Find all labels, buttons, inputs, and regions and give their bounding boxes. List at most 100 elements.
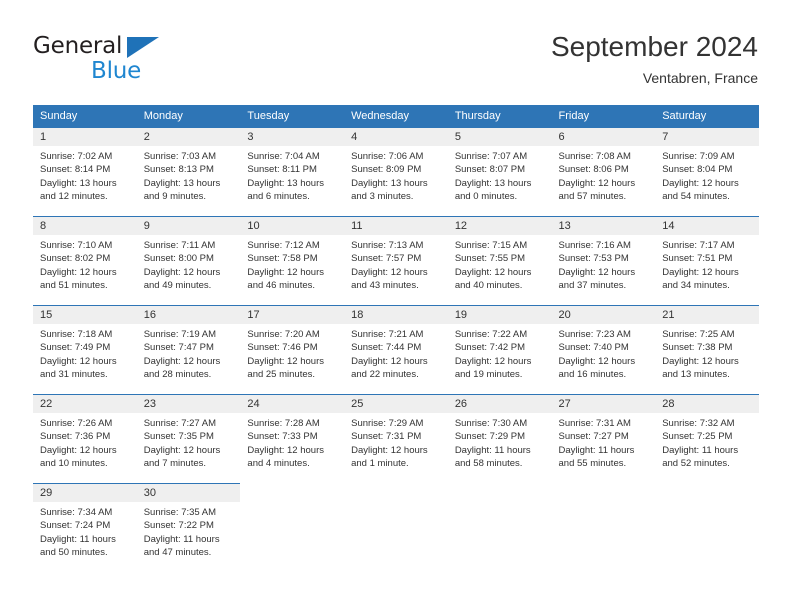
daylight-text-line1: Daylight: 11 hours — [143, 533, 220, 545]
calendar-week-row: 22 Sunrise: 7:26 AM Sunset: 7:36 PM Dayligh… — [33, 394, 759, 483]
sunset-text: Sunset: 7:36 PM — [40, 431, 111, 443]
daylight-text-line1: Daylight: 12 hours — [558, 177, 636, 189]
calendar-day-cell[interactable]: 12 Sunrise: 7:15 AM Sunset: 7:55 PM Dayligh… — [447, 216, 552, 305]
day-details: Sunrise: 7:28 AM Sunset: 7:33 PM Daylight:… — [240, 413, 344, 470]
calendar-day-cell[interactable]: 15 Sunrise: 7:18 AM Sunset: 7:49 PM Dayligh… — [33, 305, 137, 394]
calendar-day-cell[interactable]: 24 Sunrise: 7:28 AM Sunset: 7:33 PM Dayligh… — [240, 394, 345, 483]
logo-text-general: General — [33, 33, 123, 59]
sunset-text: Sunset: 7:47 PM — [143, 342, 214, 354]
sunset-text: Sunset: 7:58 PM — [247, 253, 318, 265]
calendar-day-cell[interactable]: 21 Sunrise: 7:25 AM Sunset: 7:38 PM Dayligh… — [655, 305, 759, 394]
calendar-day-cell[interactable]: 3 Sunrise: 7:04 AM Sunset: 8:11 PM Daylight… — [240, 127, 345, 216]
day-details: Sunrise: 7:17 AM Sunset: 7:51 PM Daylight:… — [655, 235, 759, 292]
calendar-day-cell[interactable]: 16 Sunrise: 7:19 AM Sunset: 7:47 PM Dayligh… — [136, 305, 241, 394]
calendar-day-cell[interactable]: 4 Sunrise: 7:06 AM Sunset: 8:09 PM Daylight… — [344, 127, 448, 216]
day-details: Sunrise: 7:34 AM Sunset: 7:24 PM Daylight:… — [33, 502, 137, 559]
sunrise-text: Sunrise: 7:04 AM — [247, 151, 320, 162]
weekday-header-friday: Friday — [551, 105, 656, 127]
sunset-text: Sunset: 7:31 PM — [351, 431, 422, 443]
sunset-text: Sunset: 8:14 PM — [40, 164, 111, 176]
sunset-text: Sunset: 7:29 PM — [454, 431, 526, 443]
sunrise-text: Sunrise: 7:13 AM — [351, 240, 424, 251]
sunset-text: Sunset: 8:07 PM — [454, 164, 526, 176]
calendar-day-cell[interactable]: 18 Sunrise: 7:21 AM Sunset: 7:44 PM Dayligh… — [344, 305, 448, 394]
day-number: 6 — [551, 128, 656, 146]
calendar-day-cell-empty — [344, 483, 448, 572]
calendar-day-cell[interactable]: 27 Sunrise: 7:31 AM Sunset: 7:27 PM Dayligh… — [551, 394, 656, 483]
day-number: 15 — [33, 306, 137, 324]
day-details: Sunrise: 7:19 AM Sunset: 7:47 PM Daylight:… — [137, 324, 241, 381]
calendar-day-cell[interactable]: 5 Sunrise: 7:07 AM Sunset: 8:07 PM Daylight… — [447, 127, 552, 216]
day-details: Sunrise: 7:13 AM Sunset: 7:57 PM Daylight:… — [344, 235, 448, 292]
daylight-text-line2: and 1 minute. — [351, 457, 409, 469]
calendar-day-cell[interactable]: 14 Sunrise: 7:17 AM Sunset: 7:51 PM Dayligh… — [655, 216, 759, 305]
calendar-day-cell[interactable]: 22 Sunrise: 7:26 AM Sunset: 7:36 PM Dayligh… — [33, 394, 137, 483]
sunset-text: Sunset: 8:11 PM — [247, 164, 317, 176]
daylight-text-line2: and 52 minutes. — [662, 457, 730, 469]
calendar-day-cell[interactable]: 19 Sunrise: 7:22 AM Sunset: 7:42 PM Dayligh… — [447, 305, 552, 394]
daylight-text-line1: Daylight: 12 hours — [454, 266, 532, 278]
calendar-day-cell[interactable]: 28 Sunrise: 7:32 AM Sunset: 7:25 PM Dayligh… — [655, 394, 759, 483]
daylight-text-line1: Daylight: 12 hours — [558, 266, 636, 278]
daylight-text-line1: Daylight: 13 hours — [40, 177, 117, 189]
daylight-text-line1: Daylight: 12 hours — [662, 177, 739, 189]
calendar-day-cell[interactable]: 7 Sunrise: 7:09 AM Sunset: 8:04 PM Daylight… — [655, 127, 759, 216]
calendar-day-cell[interactable]: 23 Sunrise: 7:27 AM Sunset: 7:35 PM Dayligh… — [136, 394, 241, 483]
sunrise-text: Sunrise: 7:12 AM — [247, 240, 320, 251]
day-number: 2 — [136, 128, 241, 146]
sunrise-text: Sunrise: 7:06 AM — [351, 151, 424, 162]
day-number — [552, 483, 656, 501]
calendar-day-cell[interactable]: 29 Sunrise: 7:34 AM Sunset: 7:24 PM Dayligh… — [33, 483, 137, 572]
day-number: 23 — [136, 395, 241, 413]
general-blue-logo[interactable]: General Blue — [33, 33, 213, 85]
sunrise-text: Sunrise: 7:31 AM — [558, 418, 631, 429]
daylight-text-line2: and 25 minutes. — [247, 368, 316, 380]
calendar-day-cell[interactable]: 30 Sunrise: 7:35 AM Sunset: 7:22 PM Dayligh… — [136, 483, 241, 572]
calendar-day-cell[interactable]: 6 Sunrise: 7:08 AM Sunset: 8:06 PM Daylight… — [551, 127, 656, 216]
calendar-table: Sunday Monday Tuesday Wednesday Thursday… — [33, 105, 759, 572]
daylight-text-line2: and 19 minutes. — [454, 368, 523, 380]
calendar-day-cell[interactable]: 1 Sunrise: 7:02 AM Sunset: 8:14 PM Daylight… — [33, 127, 137, 216]
daylight-text-line1: Daylight: 12 hours — [351, 444, 428, 456]
page-header: General Blue September 2024 Ventabren, F… — [0, 0, 792, 98]
day-number: 20 — [551, 306, 656, 324]
sunset-text: Sunset: 7:53 PM — [558, 253, 629, 265]
day-number: 25 — [344, 395, 448, 413]
sunrise-text: Sunrise: 7:16 AM — [558, 240, 631, 251]
day-details: Sunrise: 7:03 AM Sunset: 8:13 PM Daylight:… — [137, 146, 241, 203]
calendar-day-cell[interactable]: 2 Sunrise: 7:03 AM Sunset: 8:13 PM Daylight… — [136, 127, 241, 216]
calendar-day-cell[interactable]: 11 Sunrise: 7:13 AM Sunset: 7:57 PM Dayligh… — [344, 216, 448, 305]
daylight-text-line2: and 54 minutes. — [662, 190, 730, 202]
daylight-text-line2: and 22 minutes. — [351, 368, 419, 380]
day-details: Sunrise: 7:18 AM Sunset: 7:49 PM Daylight:… — [33, 324, 137, 381]
calendar-day-cell[interactable]: 26 Sunrise: 7:30 AM Sunset: 7:29 PM Dayligh… — [447, 394, 552, 483]
logo-triangle-icon — [127, 37, 159, 58]
day-details: Sunrise: 7:32 AM Sunset: 7:25 PM Daylight:… — [655, 413, 759, 470]
daylight-text-line2: and 58 minutes. — [454, 457, 523, 469]
calendar-day-cell[interactable]: 20 Sunrise: 7:23 AM Sunset: 7:40 PM Dayligh… — [551, 305, 656, 394]
sunset-text: Sunset: 8:13 PM — [143, 164, 214, 176]
day-details: Sunrise: 7:27 AM Sunset: 7:35 PM Daylight:… — [137, 413, 241, 470]
sunrise-text: Sunrise: 7:15 AM — [454, 240, 528, 251]
sunrise-text: Sunrise: 7:17 AM — [662, 240, 735, 251]
calendar-week-row: 1 Sunrise: 7:02 AM Sunset: 8:14 PM Daylight… — [33, 127, 759, 216]
calendar-day-cell[interactable]: 17 Sunrise: 7:20 AM Sunset: 7:46 PM Dayligh… — [240, 305, 345, 394]
calendar-day-cell[interactable]: 10 Sunrise: 7:12 AM Sunset: 7:58 PM Dayligh… — [240, 216, 345, 305]
daylight-text-line2: and 9 minutes. — [143, 190, 207, 202]
daylight-text-line1: Daylight: 12 hours — [454, 355, 532, 367]
daylight-text-line2: and 57 minutes. — [558, 190, 627, 202]
daylight-text-line2: and 7 minutes. — [143, 457, 207, 469]
sunrise-text: Sunrise: 7:10 AM — [40, 240, 113, 251]
sunrise-text: Sunrise: 7:20 AM — [247, 329, 320, 340]
calendar-day-cell[interactable]: 8 Sunrise: 7:10 AM Sunset: 8:02 PM Daylight… — [33, 216, 137, 305]
day-number: 5 — [447, 128, 552, 146]
day-number: 30 — [136, 484, 241, 502]
calendar-day-cell[interactable]: 25 Sunrise: 7:29 AM Sunset: 7:31 PM Dayligh… — [344, 394, 448, 483]
daylight-text-line2: and 10 minutes. — [40, 457, 108, 469]
daylight-text-line2: and 46 minutes. — [247, 279, 316, 291]
calendar-day-cell[interactable]: 13 Sunrise: 7:16 AM Sunset: 7:53 PM Dayligh… — [551, 216, 656, 305]
daylight-text-line1: Daylight: 11 hours — [454, 444, 531, 456]
sunset-text: Sunset: 7:25 PM — [662, 431, 733, 443]
weekday-header-saturday: Saturday — [655, 105, 759, 127]
calendar-day-cell[interactable]: 9 Sunrise: 7:11 AM Sunset: 8:00 PM Daylight… — [136, 216, 241, 305]
